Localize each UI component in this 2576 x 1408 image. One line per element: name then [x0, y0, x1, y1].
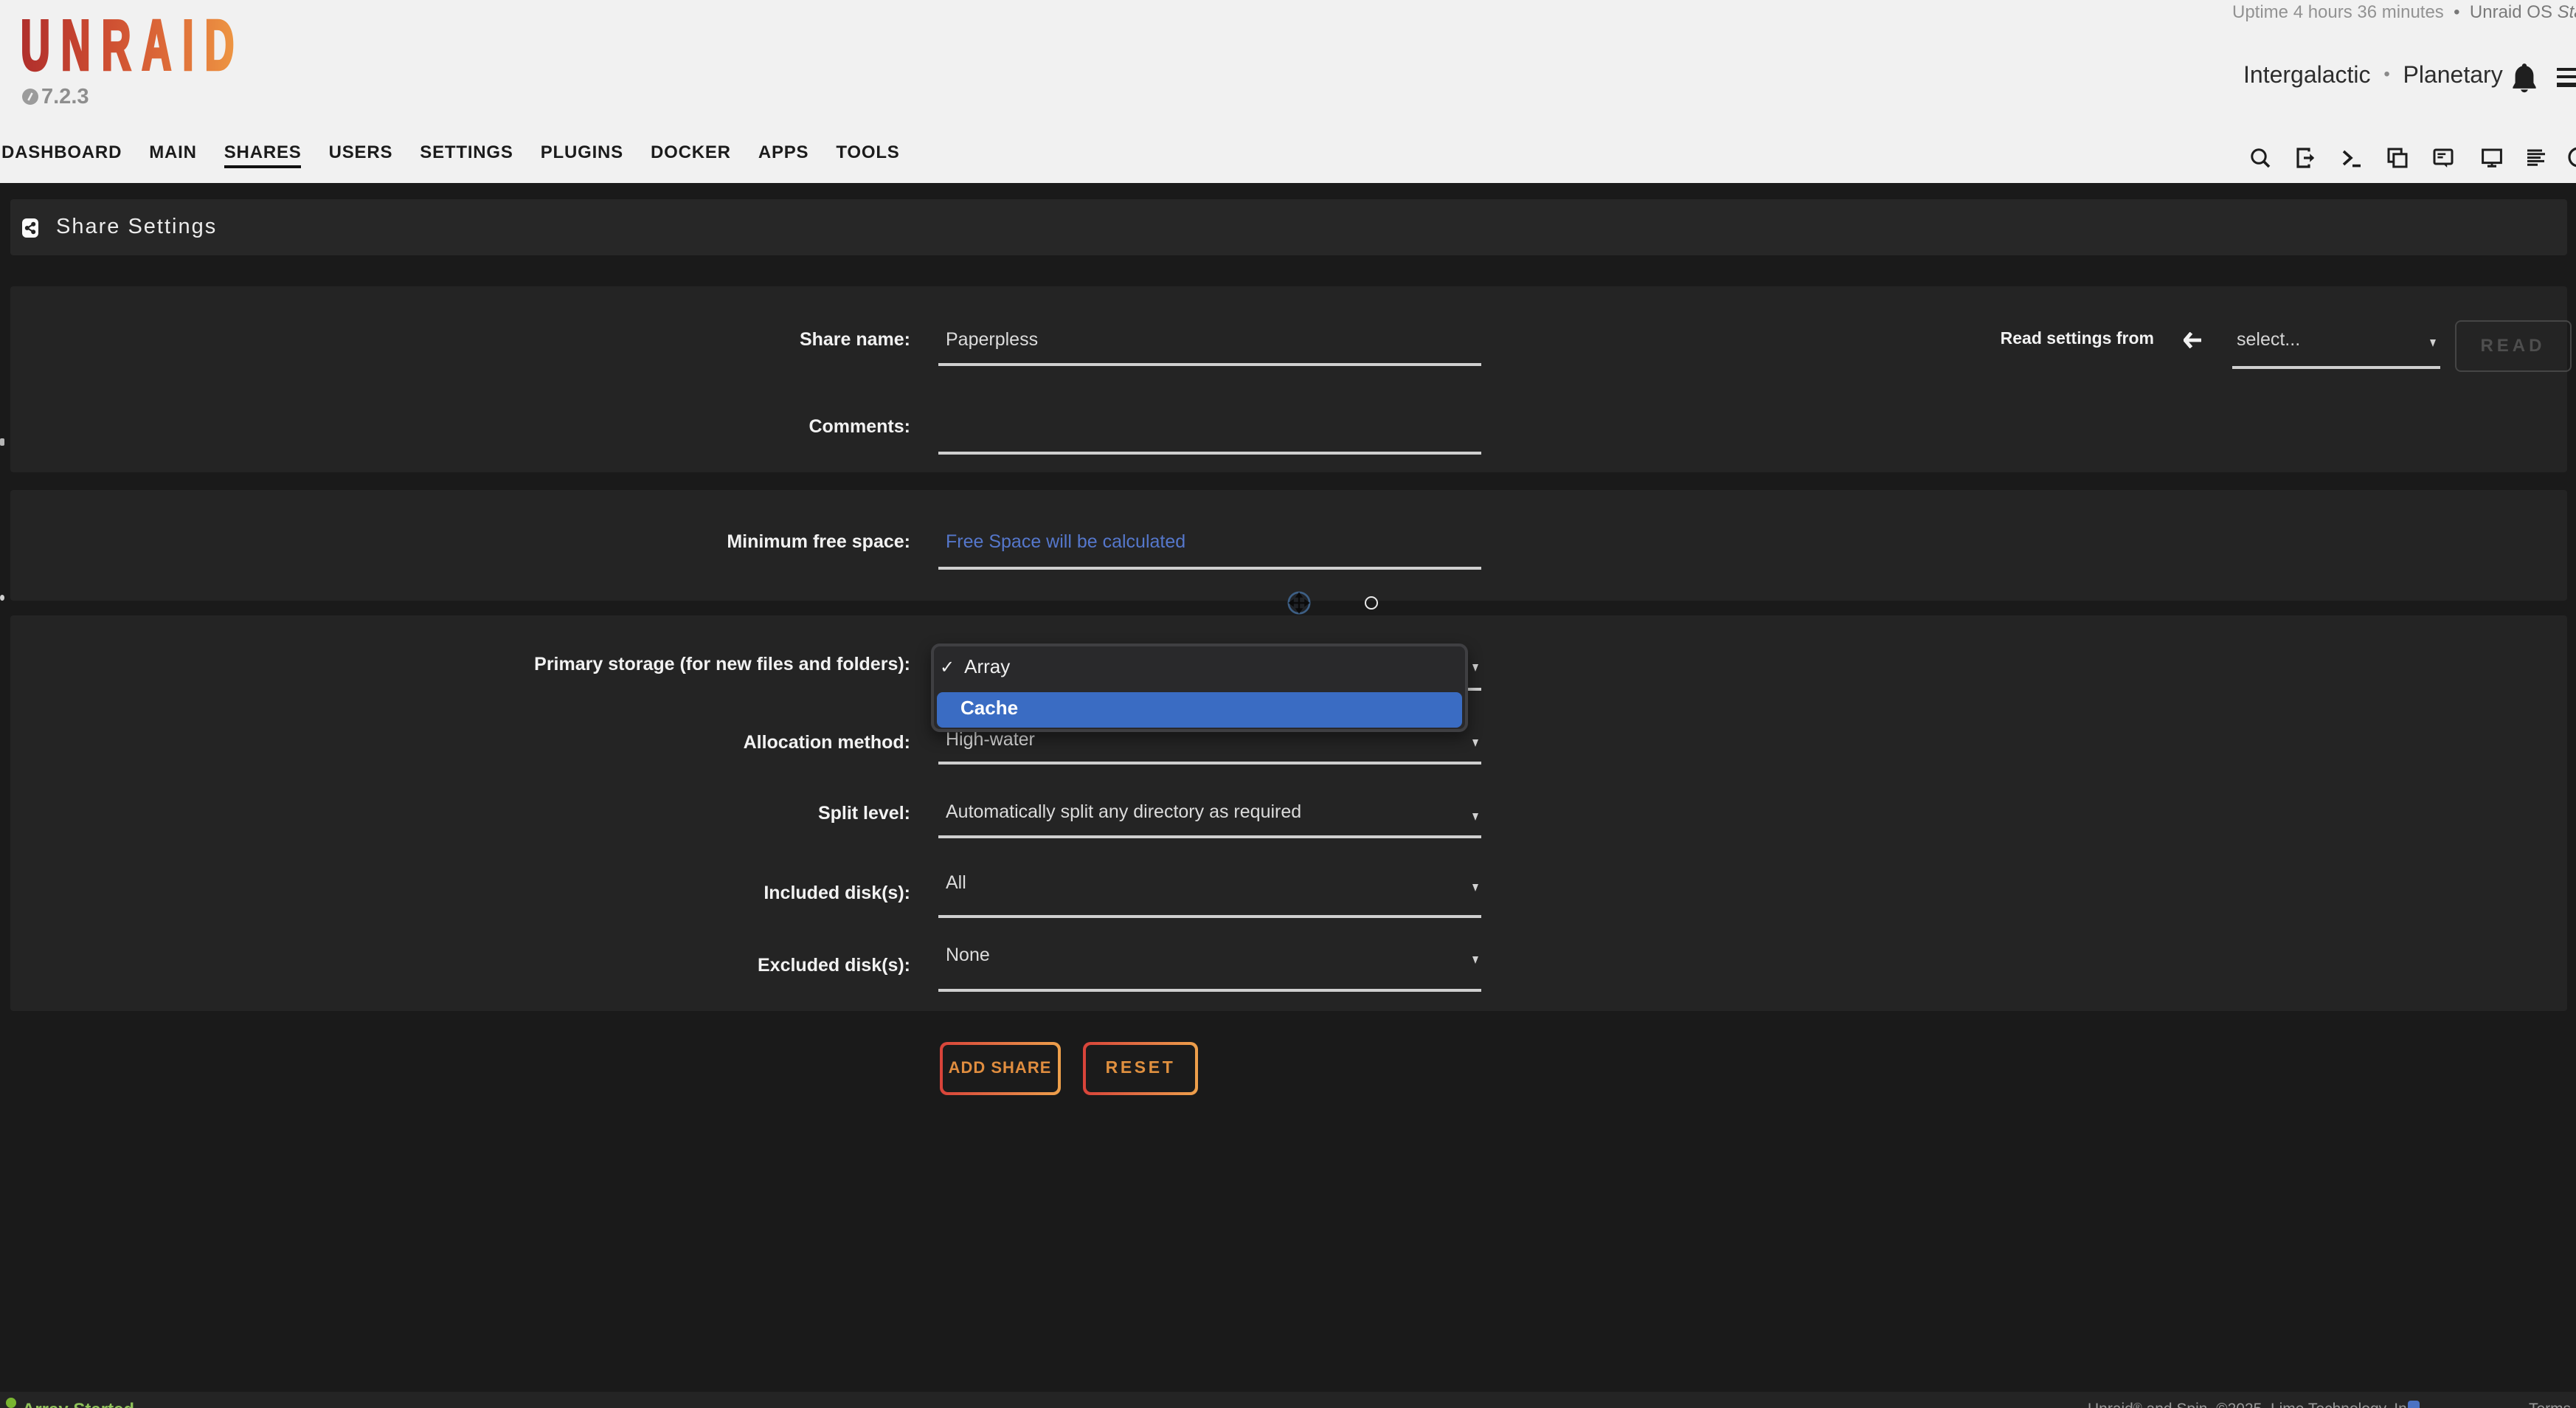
svg-text:UNRAID: UNRAID	[20, 12, 244, 74]
